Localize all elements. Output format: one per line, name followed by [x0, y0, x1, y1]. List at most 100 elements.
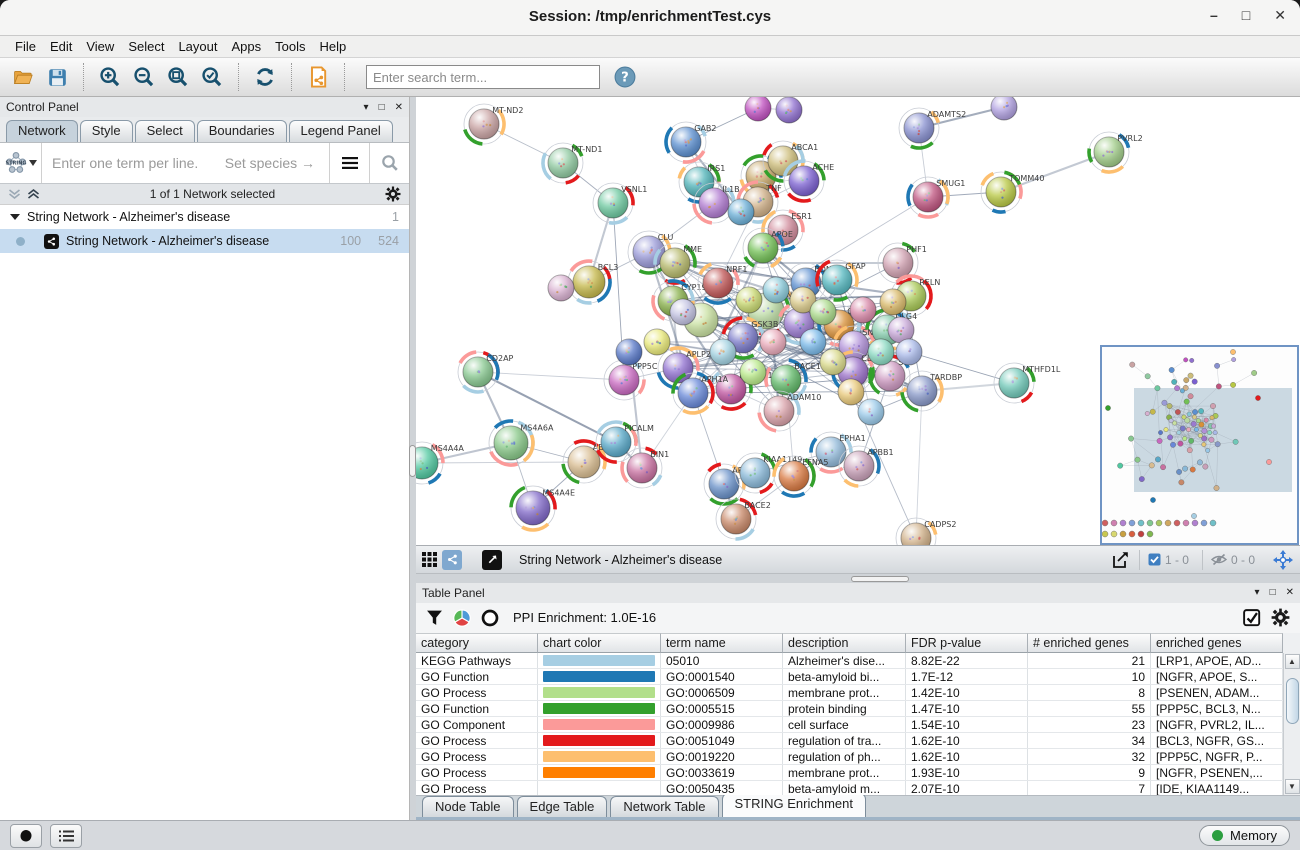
menu-select[interactable]: Select — [121, 37, 171, 56]
column-header-category[interactable]: category — [416, 633, 538, 654]
menu-file[interactable]: File — [8, 37, 43, 56]
column-header-term-name[interactable]: term name — [661, 633, 783, 654]
string-tab-icon[interactable] — [442, 550, 462, 570]
draw-charts-icon[interactable] — [453, 609, 471, 627]
table-panel-menu-icon[interactable]: ▾ — [1255, 587, 1260, 598]
memory-button[interactable]: Memory — [1199, 825, 1290, 846]
menu-edit[interactable]: Edit — [43, 37, 79, 56]
scroll-down-icon[interactable]: ▼ — [1285, 779, 1300, 794]
zoom-selected-icon[interactable] — [197, 62, 227, 92]
table-row[interactable]: GO ProcessGO:0050435beta-amyloid m...2.0… — [416, 781, 1300, 795]
collapse-all-icon[interactable] — [8, 188, 21, 200]
tab-edge-table[interactable]: Edge Table — [517, 796, 608, 817]
task-history-button[interactable] — [10, 824, 42, 848]
pan-tool-icon[interactable] — [1272, 549, 1294, 571]
column-header-FDR-p-value[interactable]: FDR p-value — [906, 633, 1028, 654]
table-row[interactable]: GO ProcessGO:0019220regulation of ph...1… — [416, 749, 1300, 765]
table-row[interactable]: GO ProcessGO:0033619membrane prot...1.93… — [416, 765, 1300, 781]
menu-tools[interactable]: Tools — [268, 37, 312, 56]
network-collection-row[interactable]: String Network - Alzheimer's disease 1 — [0, 205, 409, 229]
zoom-fit-icon[interactable] — [163, 62, 193, 92]
cell-description: Alzheimer's dise... — [783, 653, 906, 668]
tab-style[interactable]: Style — [80, 120, 133, 142]
tab-legend-panel[interactable]: Legend Panel — [289, 120, 393, 142]
string-logo-icon[interactable]: STRING — [0, 143, 42, 183]
refresh-icon[interactable] — [250, 62, 280, 92]
menu-help[interactable]: Help — [313, 37, 354, 56]
help-icon[interactable]: ? — [610, 62, 640, 92]
tab-string-enrichment[interactable]: STRING Enrichment — [722, 793, 866, 817]
column-header-chart-color[interactable]: chart color — [538, 633, 661, 654]
string-query-placeholder[interactable]: Enter one term per line. — [42, 155, 225, 171]
save-session-icon[interactable] — [42, 62, 72, 92]
reset-charts-icon[interactable] — [481, 609, 499, 627]
open-session-icon[interactable] — [8, 62, 38, 92]
table-panel-close-icon[interactable]: ✕ — [1286, 587, 1294, 598]
column-header-enriched-genes[interactable]: enriched genes — [1151, 633, 1283, 654]
maximize-button[interactable]: □ — [1242, 7, 1250, 24]
menu-apps[interactable]: Apps — [225, 37, 269, 56]
table-row[interactable]: GO ProcessGO:0006509membrane prot...1.42… — [416, 685, 1300, 701]
birds-eye-view[interactable] — [1100, 345, 1299, 545]
table-row[interactable]: GO FunctionGO:0001540beta-amyloid bi...1… — [416, 669, 1300, 685]
column-header--enriched-genes[interactable]: # enriched genes — [1028, 633, 1151, 654]
svg-text:GFAP: GFAP — [845, 262, 866, 271]
scroll-up-icon[interactable]: ▲ — [1285, 654, 1300, 669]
table-row[interactable]: GO FunctionGO:0005515protein binding1.47… — [416, 701, 1300, 717]
enrichment-table-header: categorychart colorterm namedescriptionF… — [416, 633, 1300, 654]
cell-chart-color — [538, 781, 661, 795]
horizontal-splitter[interactable] — [416, 573, 1300, 583]
tab-network-table[interactable]: Network Table — [610, 796, 718, 817]
close-button[interactable]: ✕ — [1274, 7, 1286, 24]
select-all-icon[interactable] — [1243, 609, 1261, 627]
enrichment-settings-gear-icon[interactable] — [1271, 608, 1290, 627]
cell-term-name: GO:0006509 — [661, 685, 783, 700]
menu-layout[interactable]: Layout — [171, 37, 224, 56]
detach-view-icon[interactable] — [482, 550, 502, 570]
svg-text:APOE: APOE — [771, 230, 793, 239]
export-network-icon[interactable] — [303, 62, 333, 92]
grid-view-icon[interactable] — [422, 552, 437, 567]
control-panel-close-icon[interactable]: ✕ — [395, 102, 403, 113]
string-query-bar: STRING Enter one term per line. Set spec… — [0, 142, 409, 184]
tab-network[interactable]: Network — [6, 120, 78, 142]
menu-view[interactable]: View — [79, 37, 121, 56]
horizontal-splitter-grip[interactable] — [851, 576, 909, 582]
table-row[interactable]: KEGG Pathways05010Alzheimer's dise...8.8… — [416, 653, 1300, 669]
cell-chart-color — [538, 669, 661, 684]
string-options-icon[interactable] — [329, 143, 369, 183]
column-header-description[interactable]: description — [783, 633, 906, 654]
zoom-in-icon[interactable] — [95, 62, 125, 92]
table-scrollbar[interactable]: ▲ ▼ — [1283, 653, 1300, 795]
network-row[interactable]: String Network - Alzheimer's disease 100… — [0, 229, 409, 253]
table-row[interactable]: GO ComponentGO:0009986cell surface1.54E-… — [416, 717, 1300, 733]
cell--enriched-genes: 23 — [1028, 717, 1151, 732]
expand-all-icon[interactable] — [27, 188, 40, 200]
table-panel-float-icon[interactable]: □ — [1270, 587, 1276, 598]
control-panel-menu-icon[interactable]: ▾ — [364, 102, 369, 113]
minimize-button[interactable]: – — [1210, 7, 1218, 24]
scrollbar-thumb[interactable] — [1286, 678, 1299, 724]
string-search-icon[interactable] — [369, 143, 409, 183]
control-panel-float-icon[interactable]: □ — [379, 102, 385, 113]
cell-term-name: GO:0005515 — [661, 701, 783, 716]
search-input[interactable] — [366, 65, 600, 89]
cell-chart-color — [538, 765, 661, 780]
cell-term-name: GO:0051049 — [661, 733, 783, 748]
tab-node-table[interactable]: Node Table — [422, 796, 514, 817]
task-list-button[interactable] — [50, 824, 82, 848]
filter-icon[interactable] — [426, 610, 443, 626]
main-toolbar: ? — [0, 58, 1300, 97]
zoom-out-icon[interactable] — [129, 62, 159, 92]
tab-boundaries[interactable]: Boundaries — [197, 120, 287, 142]
cell-FDR-p-value: 2.07E-10 — [906, 781, 1028, 795]
table-row[interactable]: GO ProcessGO:0051049regulation of tra...… — [416, 733, 1300, 749]
status-bar: Memory — [0, 820, 1300, 850]
cell-FDR-p-value: 1.7E-12 — [906, 669, 1028, 684]
export-view-icon[interactable] — [1110, 550, 1130, 570]
vertical-splitter-grip[interactable] — [409, 445, 416, 477]
cell--enriched-genes: 32 — [1028, 749, 1151, 764]
network-panel-gear-icon[interactable] — [385, 186, 401, 202]
tab-select[interactable]: Select — [135, 120, 195, 142]
set-species-hint[interactable]: Set species → — [225, 155, 329, 171]
